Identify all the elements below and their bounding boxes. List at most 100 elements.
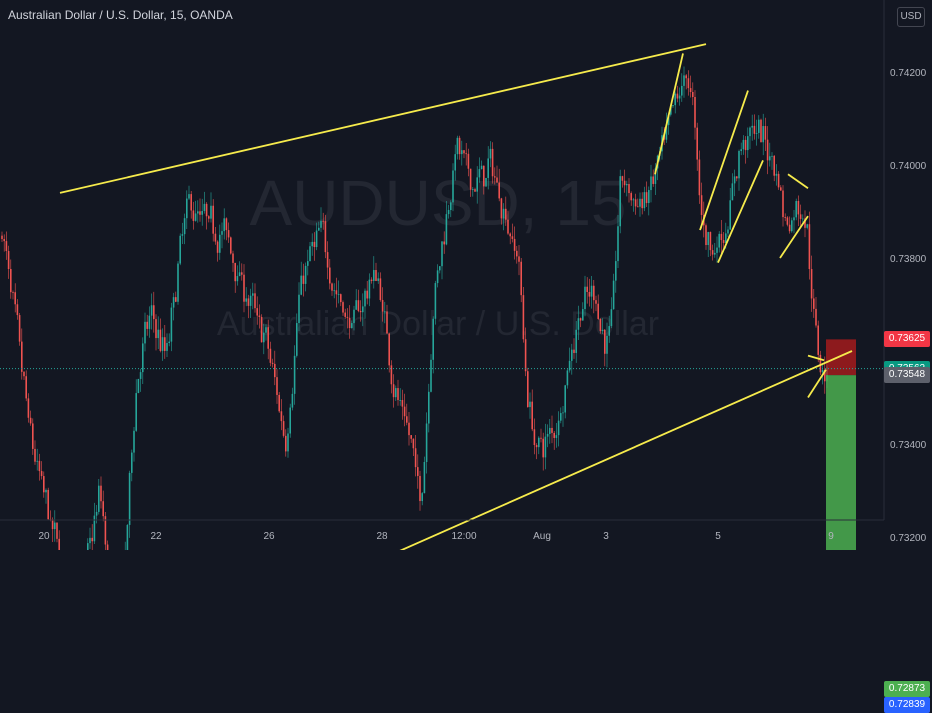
candle-body [139,372,142,379]
candle-body [397,388,399,401]
candle-body [751,125,753,128]
candle-body [507,219,509,234]
candle-body [421,493,423,502]
candle-body [461,150,463,155]
candle-body [234,262,236,282]
candle-body [197,211,199,214]
candle-body [538,437,540,448]
candle-body [791,220,793,232]
chart-area[interactable]: AUDUSD, 15 Australian Dollar / U.S. Doll… [0,0,932,713]
chart-svg[interactable]: AUDUSD, 15 Australian Dollar / U.S. Doll… [0,0,932,706]
candle-body [164,337,166,351]
candle-body [346,316,349,318]
candle-body [384,311,386,313]
candle-body [43,476,45,493]
candle-body [342,302,344,313]
candle-body [271,362,274,364]
candle-body [320,220,322,228]
candle-body [817,325,819,355]
candle-body [683,75,685,86]
candle-body [731,183,734,201]
candle-body [355,300,357,310]
candle-body [179,235,181,264]
watermark-name: Australian Dollar / U.S. Dollar [217,305,659,343]
candle-body [722,240,725,243]
candle-body [434,283,437,319]
candle-body [489,148,492,159]
candle-body [582,309,584,321]
candle-body [155,319,157,339]
candle-body [133,430,135,453]
candle-body [793,217,795,221]
candle-body [32,423,34,449]
stop-loss-zone [826,339,856,376]
price-tick-label: 0.73800 [890,254,927,265]
time-tick-label: 22 [150,531,162,542]
candle-body [599,318,602,332]
candle-body [135,393,137,431]
candle-body [806,224,808,228]
currency-selector[interactable]: USD [897,7,925,27]
candle-body [799,214,802,219]
candle-body [606,335,608,354]
candle-body [337,294,340,295]
candle-body [309,246,311,262]
flag-line-4 [787,173,809,189]
candle-body [687,78,690,89]
candle-body [463,150,465,154]
price-axis[interactable]: 0.742000.740000.738000.734000.732000.730… [890,68,927,637]
candle-body [621,176,624,181]
candle-body [467,153,470,169]
candle-body [395,388,397,398]
candle-body [423,462,426,494]
candle-body [87,543,89,559]
candle-body [379,278,382,300]
candle-body [430,359,432,392]
candle-body [370,279,373,281]
candle-body [21,341,23,372]
candle-body [441,241,443,267]
candle-body [34,448,36,462]
candle-body [553,432,555,438]
candle-body [700,195,703,215]
candle-body [238,272,241,277]
time-axis[interactable]: 20 22 26 28 12:00 Aug 3 5 9 [38,531,834,542]
candle-body [142,343,144,373]
candle-body [672,105,674,107]
candle-body [148,315,151,329]
candle-body [188,194,190,199]
candle-body [498,182,500,199]
candle-body [256,308,258,316]
candle-body [637,206,639,208]
candle-body [819,354,822,373]
candle-body [267,327,269,349]
candle-body [56,522,58,539]
candle-body [474,189,476,192]
candle-body [89,537,91,544]
candle-body [304,265,307,284]
candle-body [639,198,641,207]
candle-body [696,127,698,160]
candle-body [505,208,507,220]
candle-body [747,136,749,151]
candle-body [788,224,791,232]
candle-body [353,309,355,324]
candle-body [692,91,694,97]
candle-body [205,203,208,217]
candle-body [201,211,203,215]
candle-body [373,270,375,281]
candle-body [544,436,547,458]
candle-body [674,93,676,106]
candle-body [232,253,234,263]
candle-body [738,151,740,179]
candle-body [476,177,478,192]
time-tick-label: 28 [376,531,388,542]
candle-body [265,327,267,333]
candle-body [610,309,613,327]
candle-body [577,318,580,330]
candle-body [509,233,511,237]
candle-body [45,489,47,493]
candle-body [287,433,289,452]
candle-body [170,307,173,342]
candle-body [786,217,789,225]
